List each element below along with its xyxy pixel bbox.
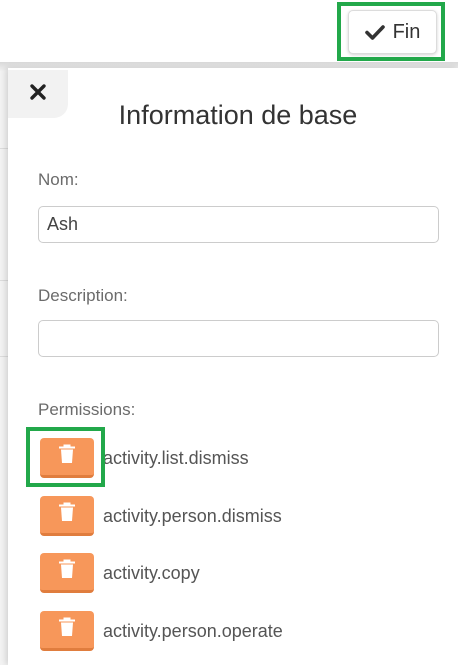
description-input[interactable]	[38, 320, 439, 357]
permission-name: activity.list.dismiss	[103, 447, 249, 468]
permission-name: activity.person.operate	[103, 620, 283, 641]
close-button[interactable]	[8, 70, 68, 118]
trash-icon	[58, 444, 76, 469]
panel-title: Information de base	[118, 100, 358, 130]
permission-item: activity.person.dismiss	[40, 496, 282, 536]
close-icon	[29, 83, 47, 106]
name-input[interactable]	[38, 206, 439, 243]
permission-item: activity.list.dismiss	[40, 438, 249, 478]
delete-permission-button[interactable]	[40, 611, 94, 651]
delete-permission-button[interactable]	[40, 438, 94, 478]
trash-icon	[58, 502, 76, 527]
permission-item: activity.copy	[40, 553, 200, 593]
delete-permission-button[interactable]	[40, 553, 94, 593]
name-label: Nom:	[38, 170, 79, 189]
trash-icon	[58, 559, 76, 584]
check-icon	[364, 24, 385, 40]
description-label: Description:	[38, 286, 128, 305]
done-button-label: Fin	[392, 20, 421, 43]
permissions-label: Permissions:	[38, 400, 136, 419]
trash-icon	[58, 617, 76, 642]
permission-item: activity.person.operate	[40, 611, 283, 651]
permission-name: activity.copy	[103, 562, 200, 583]
permission-name: activity.person.dismiss	[103, 505, 282, 526]
done-button[interactable]: Fin	[348, 10, 437, 54]
delete-permission-button[interactable]	[40, 496, 94, 536]
